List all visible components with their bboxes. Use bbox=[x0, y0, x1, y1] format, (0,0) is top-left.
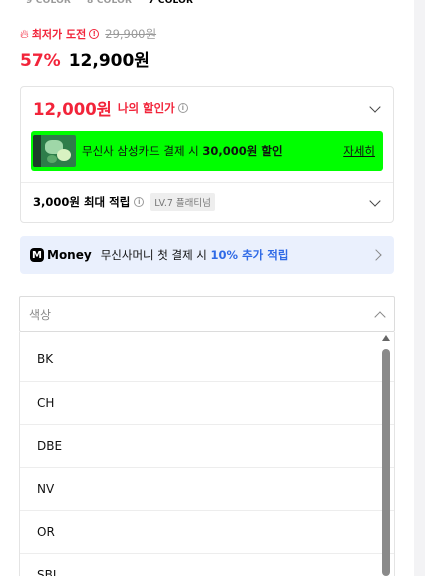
card-benefit-text: 무신사 삼성카드 결제 시 30,000원 할인 bbox=[82, 144, 283, 158]
points-row[interactable]: 3,000원 최대 적립 i LV.7 플래티넘 bbox=[33, 192, 215, 212]
color-option[interactable]: 9 COLOR bbox=[26, 0, 71, 8]
discount-rate: 57% bbox=[20, 51, 61, 71]
info-icon[interactable]: i bbox=[134, 197, 145, 207]
info-icon[interactable]: i bbox=[177, 103, 188, 113]
list-item[interactable]: SBL bbox=[20, 554, 394, 576]
level-badge: LV.7 플래티넘 bbox=[150, 193, 215, 211]
my-price-amount: 12,000원 bbox=[33, 100, 112, 119]
list-item[interactable]: NV bbox=[20, 468, 394, 511]
my-price-row[interactable]: 12,000원 나의 할인가 i bbox=[33, 97, 188, 119]
sale-price: 12,900원 bbox=[68, 51, 150, 71]
chevron-down-icon[interactable] bbox=[369, 195, 381, 207]
list-item[interactable]: CH bbox=[20, 382, 394, 425]
scroll-up-arrow-icon[interactable] bbox=[382, 335, 390, 341]
divider bbox=[21, 182, 393, 183]
money-logo-icon: M bbox=[30, 248, 44, 262]
money-brand: Money bbox=[47, 248, 92, 262]
chevron-up-icon[interactable] bbox=[374, 311, 386, 323]
card-image bbox=[33, 135, 76, 167]
musinsa-money-banner[interactable]: M Money 무신사머니 첫 결제 시 10% 추가 적립 bbox=[20, 236, 394, 274]
lowest-price-label: 최저가 도전 bbox=[31, 28, 87, 41]
color-options-list: BK CH DBE NV OR SBL bbox=[19, 332, 395, 576]
list-item[interactable]: OR bbox=[20, 511, 394, 554]
fire-icon: 🔥︎ bbox=[20, 26, 29, 41]
chevron-right-icon bbox=[370, 249, 382, 261]
info-icon[interactable]: ! bbox=[89, 29, 100, 39]
price-row: 57% 12,900원 bbox=[20, 46, 150, 71]
scrollbar-thumb[interactable] bbox=[382, 349, 390, 576]
list-item[interactable]: BK bbox=[20, 332, 394, 382]
original-price: 29,900원 bbox=[105, 27, 157, 41]
card-details-link[interactable]: 자세히 bbox=[343, 143, 375, 159]
color-count-options: 9 COLOR 8 COLOR 7 COLOR bbox=[26, 0, 209, 8]
samsung-card-banner[interactable]: 무신사 삼성카드 결제 시 30,000원 할인 자세히 bbox=[31, 131, 383, 171]
color-select[interactable]: 색상 bbox=[19, 296, 395, 332]
benefit-card: 12,000원 나의 할인가 i 무신사 삼성카드 결제 시 30,000원 할… bbox=[20, 86, 394, 223]
list-item[interactable]: DBE bbox=[20, 425, 394, 468]
max-points: 3,000원 최대 적립 bbox=[33, 195, 131, 209]
money-benefit-text: 무신사머니 첫 결제 시 10% 추가 적립 bbox=[100, 248, 289, 262]
color-select-placeholder: 색상 bbox=[29, 307, 52, 322]
chevron-down-icon[interactable] bbox=[369, 101, 381, 113]
color-option-active[interactable]: 7 COLOR bbox=[148, 0, 193, 8]
color-option[interactable]: 8 COLOR bbox=[87, 0, 132, 8]
options-scrollbar[interactable] bbox=[381, 335, 391, 576]
lowest-price-row: 🔥︎ 최저가 도전 ! 29,900원 bbox=[20, 26, 156, 42]
page-right-gutter bbox=[414, 0, 425, 576]
my-price-label: 나의 할인가 bbox=[117, 101, 175, 115]
